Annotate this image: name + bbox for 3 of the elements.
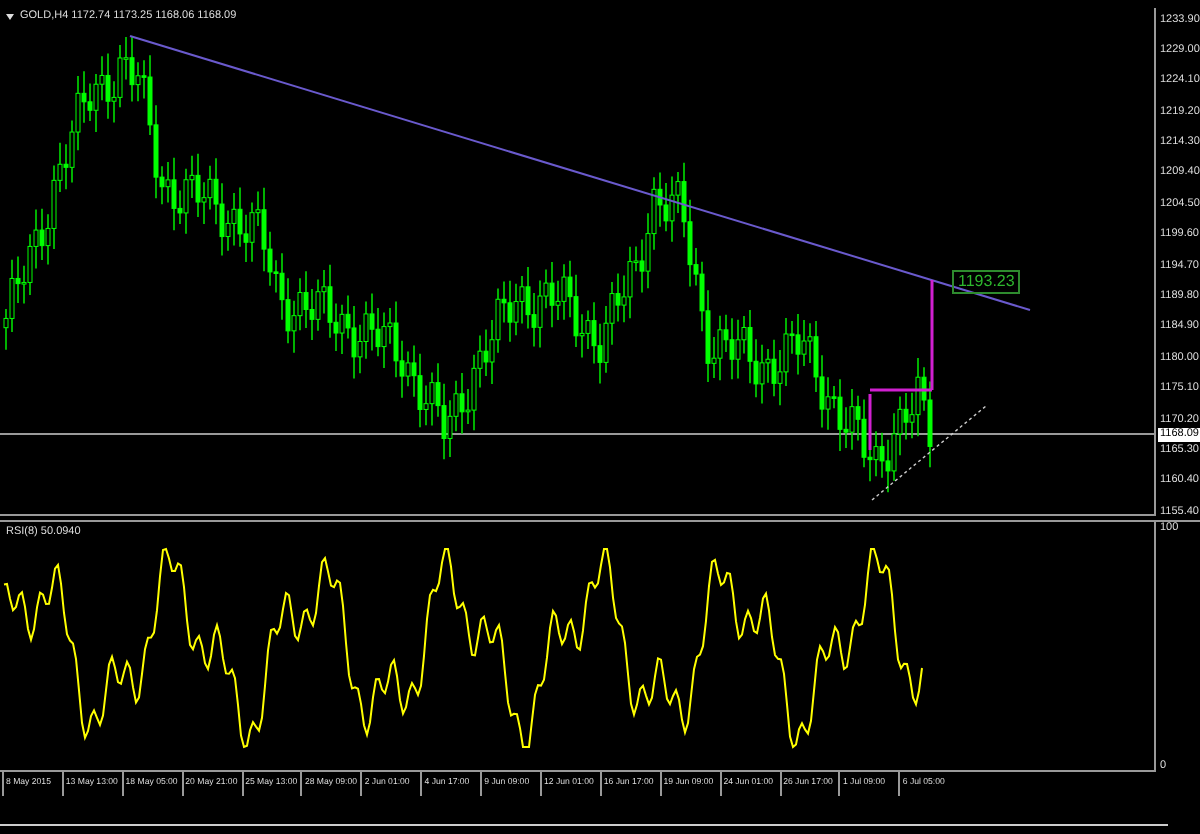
dropdown-triangle-icon[interactable]	[6, 13, 14, 19]
support-line	[871, 405, 987, 501]
price-label: 1193.23	[952, 270, 1021, 294]
